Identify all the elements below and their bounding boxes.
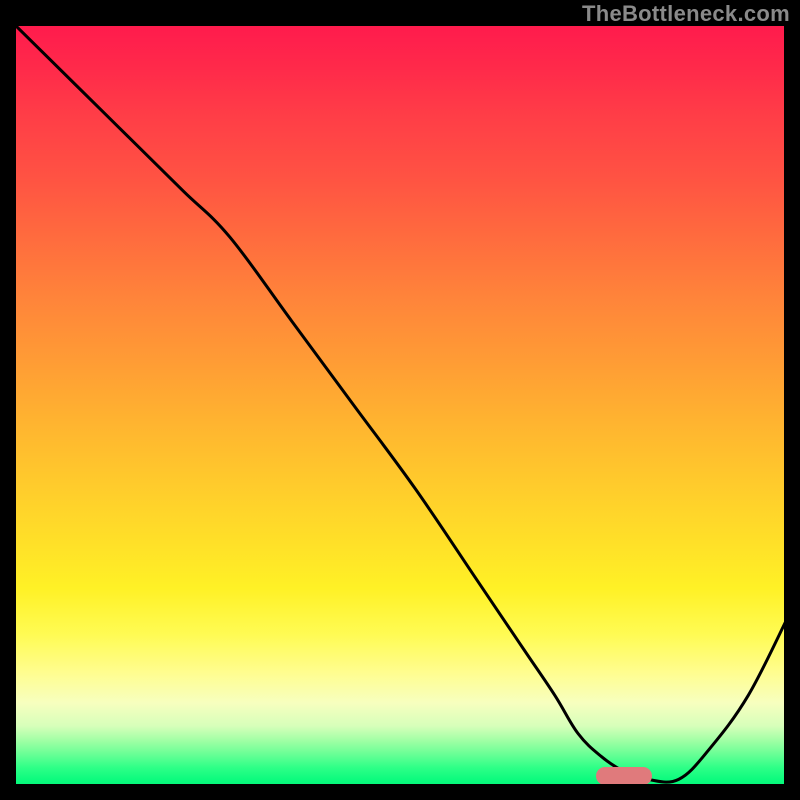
bottleneck-curve	[13, 23, 787, 787]
watermark-text: TheBottleneck.com	[582, 1, 790, 27]
chart-plot-area	[13, 23, 787, 787]
optimum-marker	[596, 767, 652, 785]
chart-frame	[13, 23, 787, 787]
